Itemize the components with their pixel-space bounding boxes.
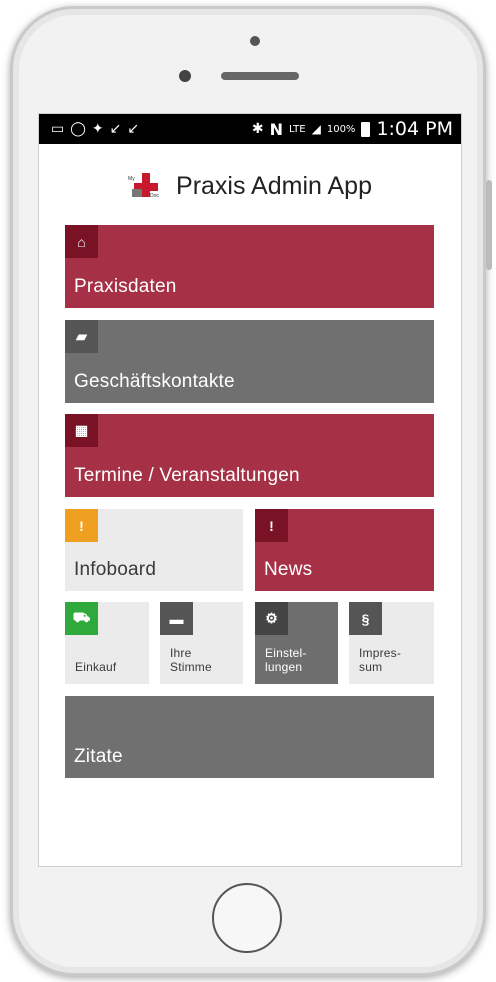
network-type: LTE: [288, 123, 306, 135]
tile-infoboard[interactable]: ! Infoboard: [65, 509, 243, 591]
alert-icon: !: [65, 509, 98, 542]
tile-ihre-stimme[interactable]: ▬ Ihre Stimme: [160, 602, 243, 684]
page-title: Praxis Admin App: [176, 171, 372, 200]
tile-label: Praxisdaten: [74, 276, 177, 297]
whatsapp-icon: ◯: [70, 121, 86, 137]
home-button[interactable]: [212, 883, 282, 953]
tile-label: Impres- sum: [359, 646, 402, 674]
front-camera: [250, 36, 260, 46]
alert-icon: !: [255, 509, 288, 542]
bluetooth-icon: ✱: [251, 121, 264, 137]
tile-label: Geschäftskontakte: [74, 371, 235, 392]
tile-einstellungen[interactable]: ⚙ Einstel- lungen: [255, 602, 338, 684]
twitter-icon: ✦: [91, 121, 104, 137]
notification-icons: ▭ ◯ ✦ ↙ ↙: [39, 121, 139, 137]
tile-zitate[interactable]: Zitate: [65, 696, 434, 778]
status-bar: ▭ ◯ ✦ ↙ ↙ ✱ N LTE ◢ 100% 1:04 PM: [39, 114, 461, 144]
tile-label: Termine / Veranstaltungen: [74, 465, 300, 486]
logo-text-bottom: Doc: [150, 193, 159, 199]
cart-icon: ⛟: [65, 602, 98, 635]
contacts-icon: ▰: [65, 320, 98, 353]
tile-label: Einkauf: [75, 660, 117, 674]
tile-impressum[interactable]: § Impres- sum: [349, 602, 434, 684]
logo-text-top: My: [128, 176, 135, 182]
tile-label: Einstel- lungen: [265, 646, 307, 674]
nfc-icon: N: [269, 119, 283, 139]
tile-news[interactable]: ! News: [255, 509, 434, 591]
earpiece-speaker: [221, 72, 299, 80]
app-logo: My Doc: [128, 171, 164, 201]
comment-icon: ▬: [160, 602, 193, 635]
missed-call-icon: ↙: [127, 121, 140, 137]
calendar-icon: ▦: [65, 414, 98, 447]
proximity-sensor: [179, 70, 191, 82]
tile-label: Zitate: [74, 746, 123, 767]
app-header: My Doc Praxis Admin App: [39, 166, 461, 206]
clock: 1:04 PM: [376, 118, 453, 140]
battery-icon: [361, 121, 371, 137]
tile-praxisdaten[interactable]: ⌂ Praxisdaten: [65, 225, 434, 308]
message-icon: ▭: [51, 121, 65, 137]
tile-termine[interactable]: ▦ Termine / Veranstaltungen: [65, 414, 434, 497]
phone-screen: ▭ ◯ ✦ ↙ ↙ ✱ N LTE ◢ 100% 1:04 PM My Doc …: [38, 113, 462, 867]
tile-einkauf[interactable]: ⛟ Einkauf: [65, 602, 149, 684]
signal-icon: ◢: [311, 122, 321, 136]
paragraph-icon: §: [349, 602, 382, 635]
tile-label: Infoboard: [74, 559, 157, 580]
tile-label: News: [264, 559, 313, 580]
tile-geschaeftskontakte[interactable]: ▰ Geschäftskontakte: [65, 320, 434, 403]
gear-icon: ⚙: [255, 602, 288, 635]
tile-label: Ihre Stimme: [170, 646, 212, 674]
home-icon: ⌂: [65, 225, 98, 258]
battery-percent: 100%: [326, 123, 356, 135]
missed-call-icon: ↙: [109, 121, 122, 137]
system-icons: ✱ N LTE ◢ 100% 1:04 PM: [252, 118, 461, 140]
side-button: [486, 180, 492, 270]
